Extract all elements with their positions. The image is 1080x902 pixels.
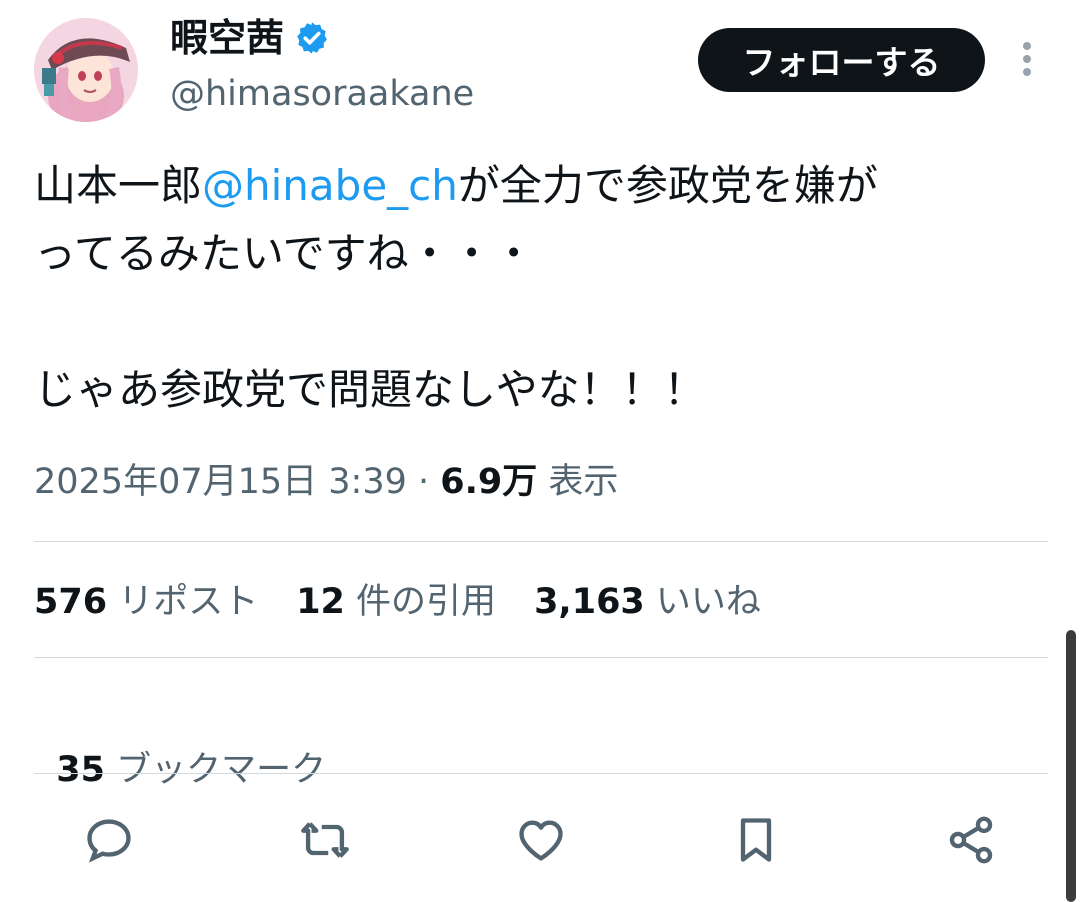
tweet-line-2: ってるみたいですね・・・ — [34, 229, 535, 278]
tweet-timestamp[interactable]: 2025年07月15日 3:39 — [34, 456, 407, 508]
divider — [34, 657, 1048, 658]
verified-badge-icon — [297, 22, 327, 54]
tweet-line-4: じゃあ参政党で問題なしやな！！！ — [34, 365, 706, 414]
avatar-image — [34, 18, 138, 122]
reply-icon — [87, 819, 131, 863]
tweet-text-segment: 山本一郎 — [34, 161, 203, 210]
divider — [34, 541, 1048, 542]
repost-button[interactable] — [295, 810, 355, 870]
likes-count: 3,163 — [534, 582, 645, 622]
tweet-text: 山本一郎@hinabe_chが全力で参政党を嫌がってるみたいですね・・・ ​ じゃあ… — [34, 152, 1044, 424]
likes-label: いいね — [644, 582, 761, 622]
quotes-label: 件の引用 — [344, 582, 497, 622]
mention-link[interactable]: @hinabe_ch — [202, 161, 458, 210]
share-icon — [949, 816, 993, 864]
reposts-stat[interactable]: 576 リポスト — [34, 576, 258, 628]
follow-button[interactable]: フォローする — [698, 28, 985, 92]
meta-separator: · — [406, 462, 441, 502]
like-icon — [519, 820, 563, 861]
tweet-meta: 2025年07月15日 3:39 · 6.9万 表示 — [34, 456, 618, 508]
reposts-label: リポスト — [107, 582, 259, 622]
engagement-stats: 576 リポスト 12 件の引用 3,163 いいね — [34, 576, 799, 628]
like-button[interactable] — [511, 810, 571, 870]
divider — [34, 773, 1048, 774]
more-options-button[interactable] — [1012, 38, 1042, 80]
bookmarks-count: 35 — [56, 750, 105, 790]
reposts-count: 576 — [34, 582, 108, 622]
views-count: 6.9万 — [440, 462, 538, 502]
author-display-name[interactable]: 暇空茜 — [170, 14, 284, 62]
tweet-text-segment: が全力で参政党を嫌が — [457, 161, 878, 210]
author-display-name-row[interactable]: 暇空茜 — [170, 14, 330, 62]
bookmark-button[interactable] — [726, 810, 786, 870]
action-bar — [0, 810, 1080, 870]
avatar[interactable] — [34, 18, 138, 122]
quotes-stat[interactable]: 12 件の引用 — [296, 576, 496, 628]
views-label: 表示 — [537, 462, 619, 502]
repost-icon — [301, 822, 349, 858]
scrollbar[interactable] — [1066, 630, 1076, 902]
quotes-count: 12 — [296, 582, 345, 622]
author-handle[interactable]: @himasoraakane — [170, 72, 474, 116]
tweet-line-blank: ​ — [34, 288, 1044, 356]
vertical-dots-icon — [1023, 42, 1031, 76]
reply-button[interactable] — [79, 810, 139, 870]
share-button[interactable] — [941, 810, 1001, 870]
bookmark-icon — [740, 818, 772, 862]
likes-stat[interactable]: 3,163 いいね — [534, 576, 761, 628]
bookmarks-stat[interactable]: 35 ブックマーク — [34, 692, 326, 796]
tweet-line-1: 山本一郎@hinabe_chが全力で参政党を嫌が — [34, 152, 1044, 220]
bookmarks-label: ブックマーク — [104, 750, 327, 790]
